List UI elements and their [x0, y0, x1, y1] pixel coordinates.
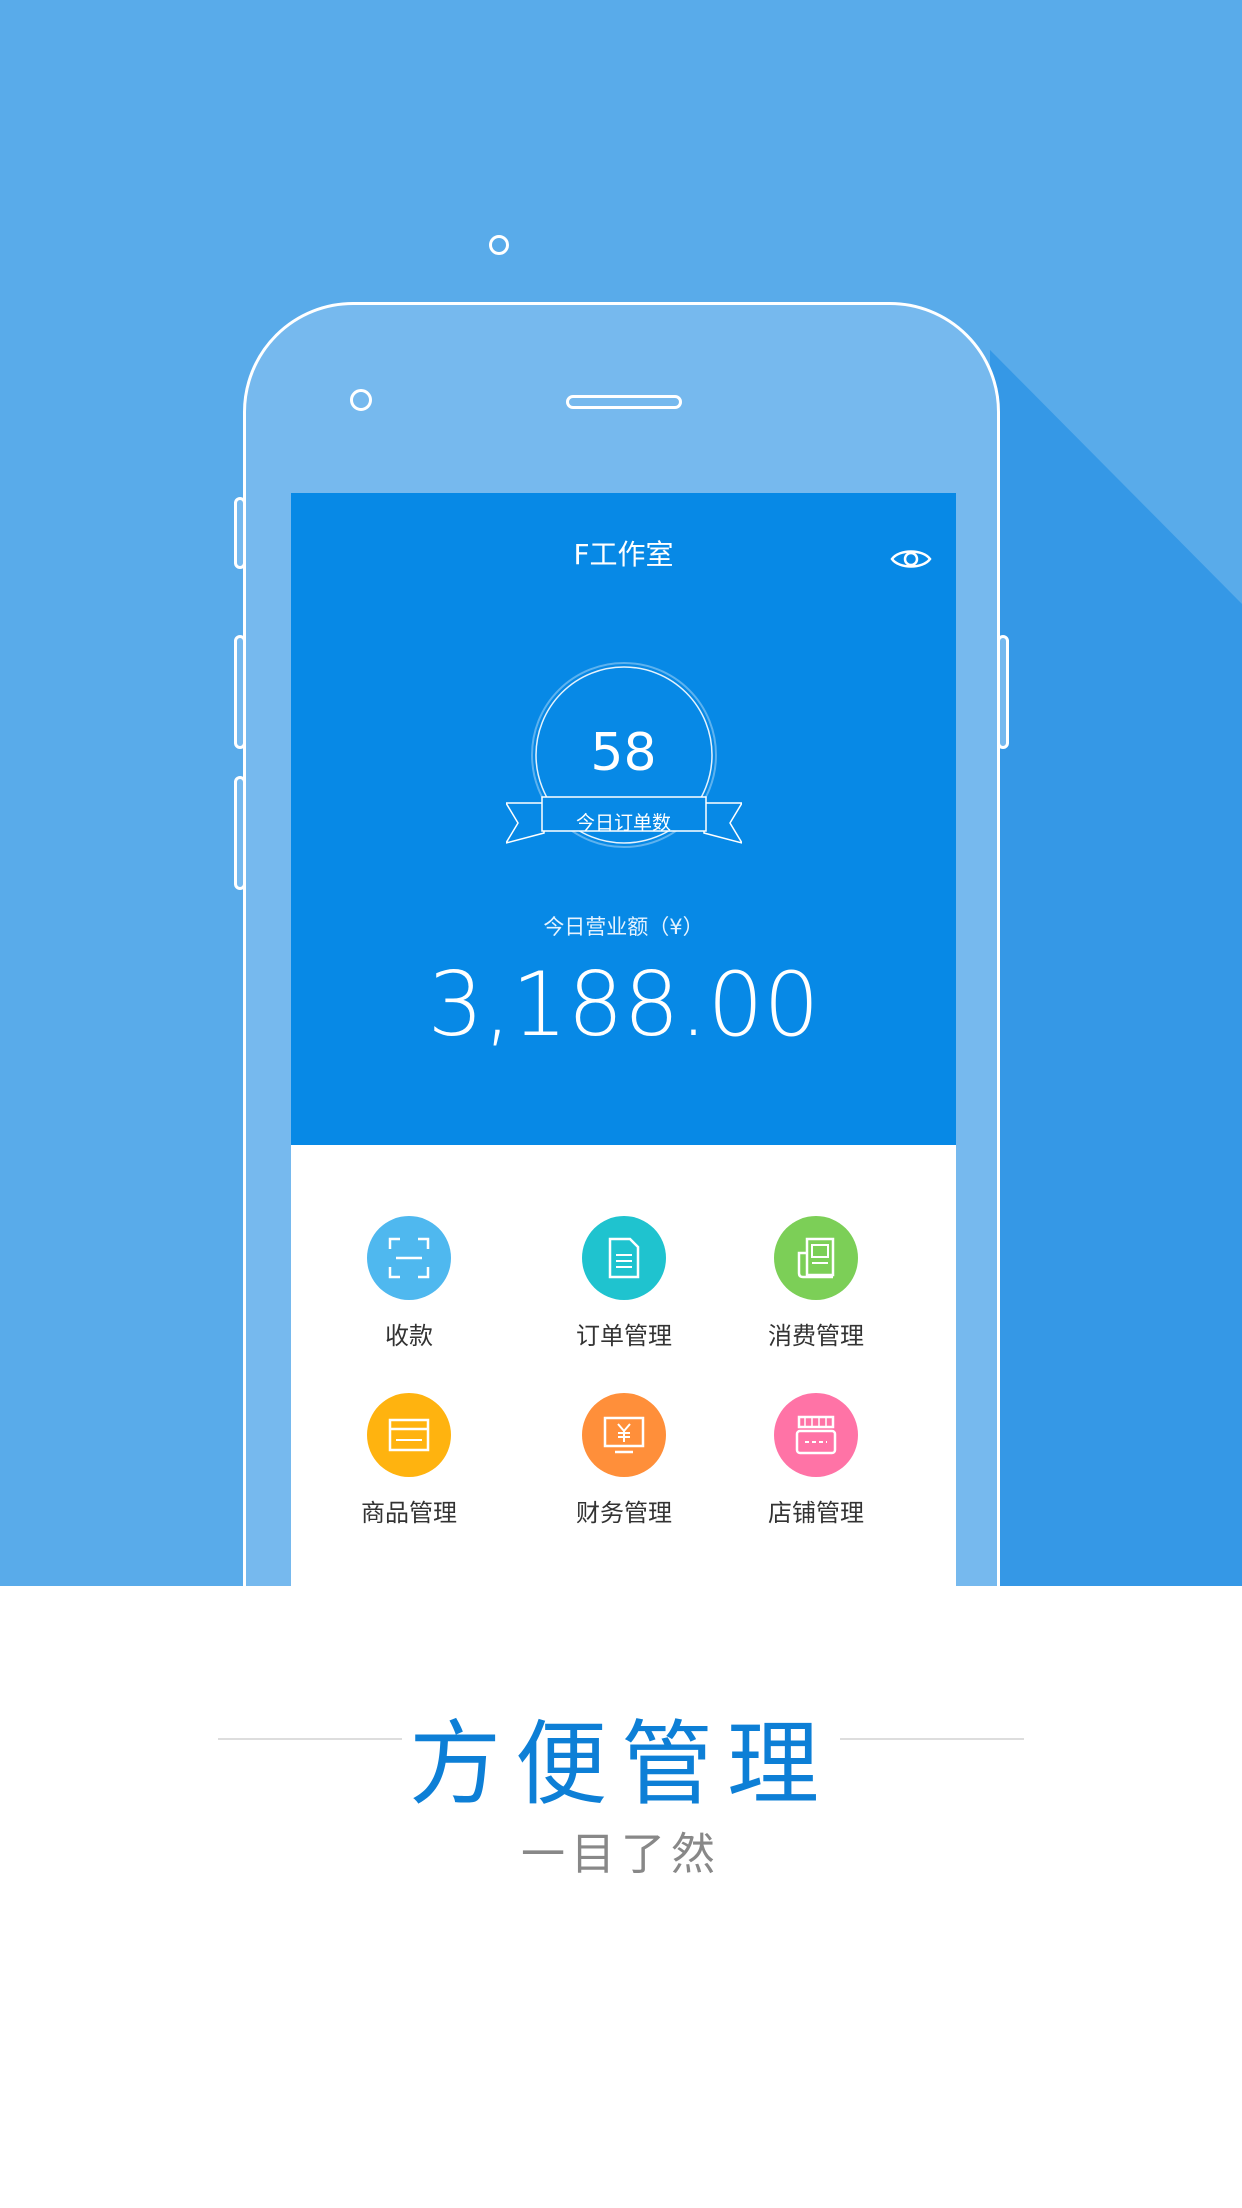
scan-icon [367, 1216, 451, 1300]
menu-label: 店铺管理 [768, 1499, 864, 1527]
order-count: 58 [590, 723, 657, 783]
app-title: F工作室 [573, 538, 674, 571]
card-icon [367, 1393, 451, 1477]
menu-item-consumption[interactable]: 消费管理 [721, 1216, 911, 1366]
hero-background: F工作室 58 今日订单数 今日营业额（¥） 3,188.00 收款 订单管理 … [0, 0, 1242, 1586]
revenue-label: 今日营业额（¥） [543, 915, 704, 939]
menu-label: 收款 [385, 1322, 433, 1350]
menu-item-collect[interactable]: 收款 [314, 1216, 504, 1366]
front-sensor [350, 389, 372, 411]
volume-down-button [234, 776, 246, 890]
receipt-icon [774, 1216, 858, 1300]
promo-subtitle: 一目了然 [521, 1829, 721, 1880]
menu-label: 订单管理 [576, 1322, 672, 1350]
menu-item-products[interactable]: 商品管理 [314, 1393, 504, 1543]
menu-item-finance[interactable]: 财务管理 [529, 1393, 719, 1543]
menu-label: 商品管理 [361, 1499, 457, 1527]
eye-icon[interactable] [889, 537, 933, 581]
menu-label: 消费管理 [768, 1322, 864, 1350]
store-icon [774, 1393, 858, 1477]
menu-label: 财务管理 [576, 1499, 672, 1527]
revenue-value: 3,188.00 [427, 953, 820, 1056]
app-screen: F工作室 58 今日订单数 今日营业额（¥） 3,188.00 收款 订单管理 … [291, 493, 956, 1586]
document-icon [582, 1216, 666, 1300]
menu-item-orders[interactable]: 订单管理 [529, 1216, 719, 1366]
mute-switch [234, 497, 246, 569]
earpiece-speaker [566, 395, 682, 409]
promo-tagline: 方便管理 [408, 1711, 833, 1818]
volume-up-button [234, 635, 246, 749]
summary-panel: F工作室 58 今日订单数 今日营业额（¥） 3,188.00 [291, 493, 956, 1145]
power-button [997, 635, 1009, 749]
finance-icon [582, 1393, 666, 1477]
order-count-label: 今日订单数 [575, 812, 671, 834]
front-camera [489, 235, 509, 255]
menu-item-store[interactable]: 店铺管理 [721, 1393, 911, 1543]
